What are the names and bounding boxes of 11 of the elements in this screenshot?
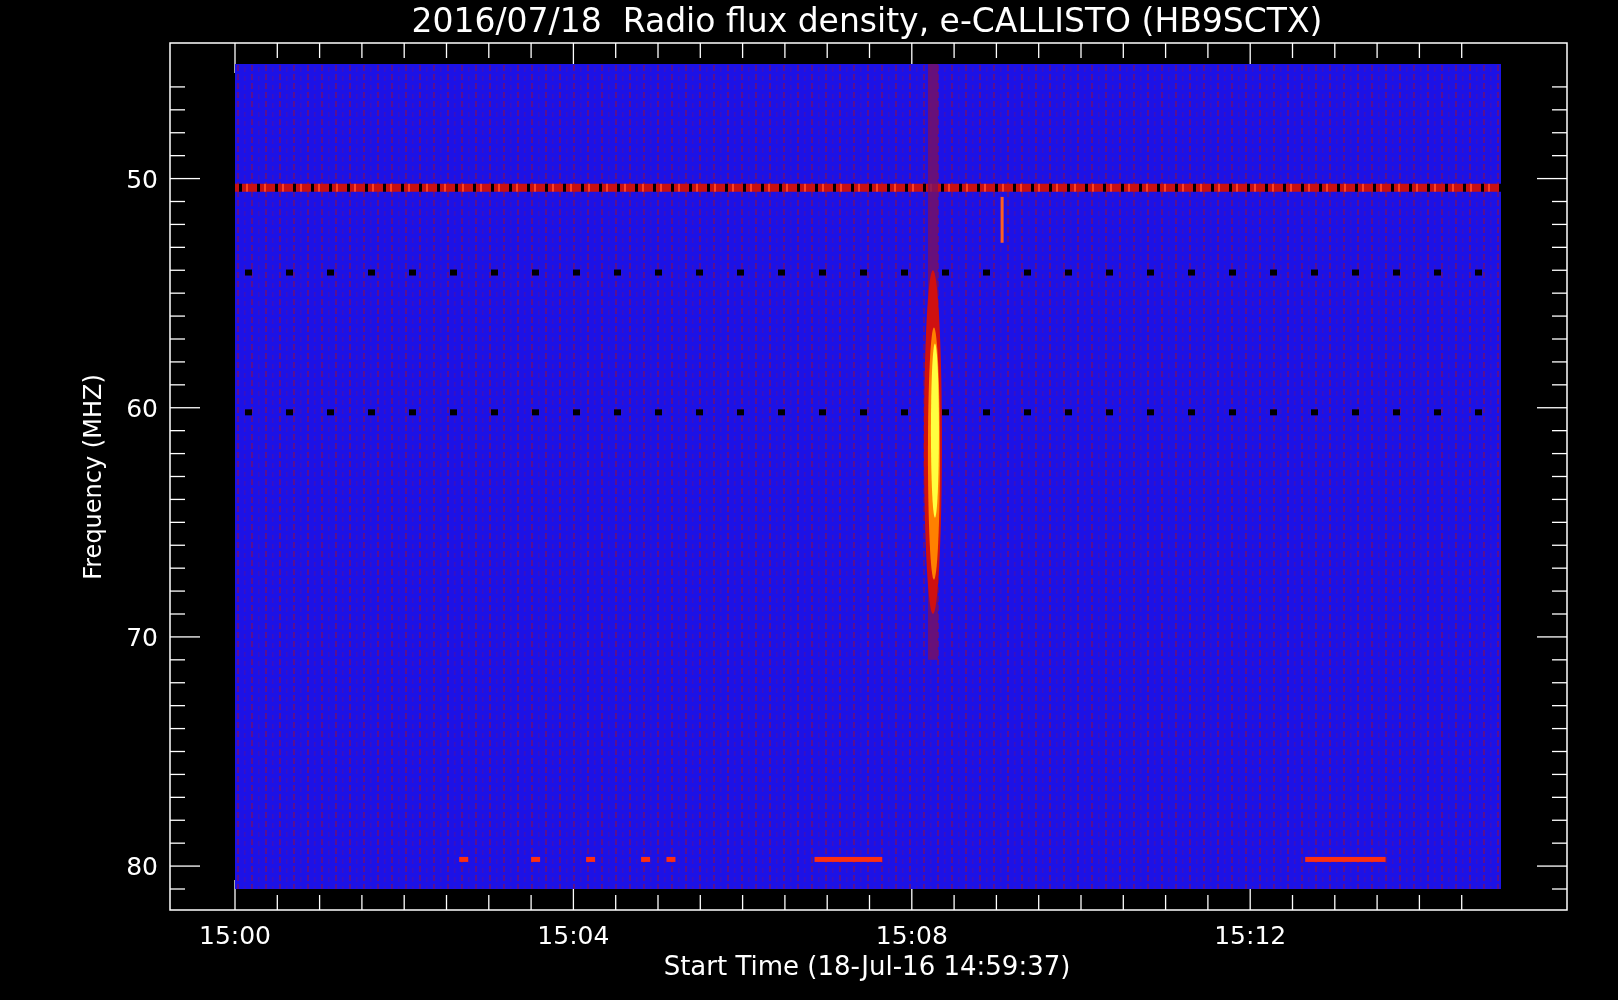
tick-label: 50 [126,166,158,192]
axis-label: Frequency (MHZ) [81,374,105,580]
tick-label: 15:12 [1214,922,1287,948]
tick-label: 70 [126,624,158,650]
tick-label: 15:04 [537,922,610,948]
tick-label: 15:00 [199,922,271,948]
tick-label: 15:08 [875,922,948,948]
axis-label: Start Time (18-Jul-16 14:59:37) [663,953,1071,979]
tick-label: 80 [126,853,158,879]
chart-title: 2016/07/18 Radio flux density, e-CALLISTO (HB9SCTX) [411,4,1323,37]
tick-label: 60 [126,395,158,421]
